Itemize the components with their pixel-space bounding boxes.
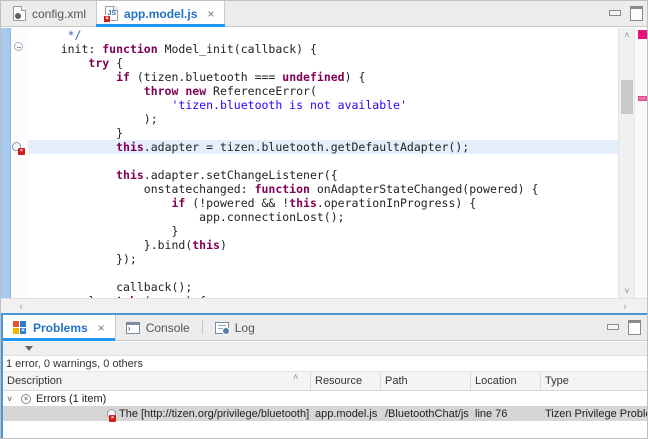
view-menu-icon[interactable] xyxy=(25,346,33,351)
fold-collapse-icon[interactable] xyxy=(14,42,23,51)
problems-icon: × xyxy=(13,321,27,335)
problems-table: Description ˄ Resource Path Location Typ… xyxy=(3,372,647,438)
minimize-icon[interactable] xyxy=(607,5,621,19)
error-lamp-icon[interactable]: × xyxy=(12,142,24,154)
problems-tabbar: × Problems × › Console Log xyxy=(3,315,647,341)
xml-file-icon xyxy=(13,6,26,21)
tab-app-model-js[interactable]: JS× app.model.js × xyxy=(96,1,225,26)
column-description[interactable]: Description xyxy=(3,372,311,390)
column-type[interactable]: Type xyxy=(541,372,647,390)
overview-ruler xyxy=(634,28,648,298)
errors-group-row[interactable]: ˅ × Errors (1 item) xyxy=(3,391,647,406)
chevron-down-icon[interactable]: ˅ xyxy=(7,394,17,404)
vertical-scrollbar[interactable]: ˄ ˅ xyxy=(618,28,634,298)
code-area[interactable]: */ init: function Model_init(callback) {… xyxy=(28,28,618,298)
close-icon[interactable]: × xyxy=(98,321,105,335)
problem-type: Tizen Privilege Problem xyxy=(541,408,647,420)
error-circle-icon: × xyxy=(21,394,31,404)
problems-part: × Problems × › Console Log 1 error, 0 wa xyxy=(1,313,648,439)
console-icon: › xyxy=(126,322,140,334)
close-icon[interactable]: × xyxy=(207,7,214,21)
tab-problems[interactable]: × Problems × xyxy=(3,315,116,340)
maximize-icon[interactable] xyxy=(627,319,641,333)
tab-log[interactable]: Log xyxy=(205,315,265,340)
horizontal-scrollbar[interactable]: ‹ › xyxy=(1,298,648,313)
problems-table-header: Description ˄ Resource Path Location Typ… xyxy=(3,372,647,391)
error-lamp-icon: × xyxy=(107,409,115,421)
editor-part: config.xml JS× app.model.js × × */ init: xyxy=(1,1,648,313)
sort-asc-icon: ˄ xyxy=(293,372,298,382)
tab-config-xml[interactable]: config.xml xyxy=(5,1,96,26)
ide-window: config.xml JS× app.model.js × × */ init: xyxy=(0,0,648,439)
tab-app-model-js-label: app.model.js xyxy=(124,7,197,21)
tab-problems-label: Problems xyxy=(33,321,88,335)
column-path[interactable]: Path xyxy=(381,372,471,390)
overview-error-header-icon[interactable] xyxy=(638,30,647,39)
editor-window-controls xyxy=(607,5,643,19)
minimize-icon[interactable] xyxy=(605,319,619,333)
scroll-left-icon[interactable]: ‹ xyxy=(13,299,29,314)
problem-row[interactable]: × The [http://tizen.org/privilege/blueto… xyxy=(3,406,647,421)
problems-window-controls xyxy=(605,319,641,333)
tab-config-xml-label: config.xml xyxy=(32,7,86,21)
maximize-icon[interactable] xyxy=(629,5,643,19)
problems-toolbar xyxy=(3,342,647,356)
annotation-ruler: × xyxy=(11,28,28,298)
js-file-error-icon: JS× xyxy=(105,6,118,21)
column-location[interactable]: Location xyxy=(471,372,541,390)
overview-error-marker-icon[interactable] xyxy=(638,96,647,101)
tab-divider xyxy=(202,321,203,334)
scroll-up-icon[interactable]: ˄ xyxy=(619,28,635,42)
problem-location: line 76 xyxy=(471,408,541,420)
tab-log-label: Log xyxy=(235,321,255,335)
problem-resource: app.model.js xyxy=(311,408,381,420)
log-icon xyxy=(215,322,229,334)
problems-summary: 1 error, 0 warnings, 0 others xyxy=(3,356,647,372)
editor-body: × */ init: function Model_init(callback)… xyxy=(1,28,648,298)
problem-description: The [http://tizen.org/privilege/bluetoot… xyxy=(119,408,311,420)
editor-tabbar: config.xml JS× app.model.js × xyxy=(1,1,648,27)
scroll-right-icon[interactable]: › xyxy=(617,299,633,314)
column-resource[interactable]: Resource xyxy=(311,372,381,390)
quickdiff-strip xyxy=(1,28,11,298)
tab-console-label: Console xyxy=(146,321,190,335)
errors-group-label: Errors (1 item) xyxy=(36,393,106,405)
tab-console[interactable]: › Console xyxy=(116,315,200,340)
problem-path: /BluetoothChat/js xyxy=(381,408,471,420)
vertical-scrollbar-thumb[interactable] xyxy=(621,80,633,114)
scroll-down-icon[interactable]: ˅ xyxy=(619,284,635,298)
